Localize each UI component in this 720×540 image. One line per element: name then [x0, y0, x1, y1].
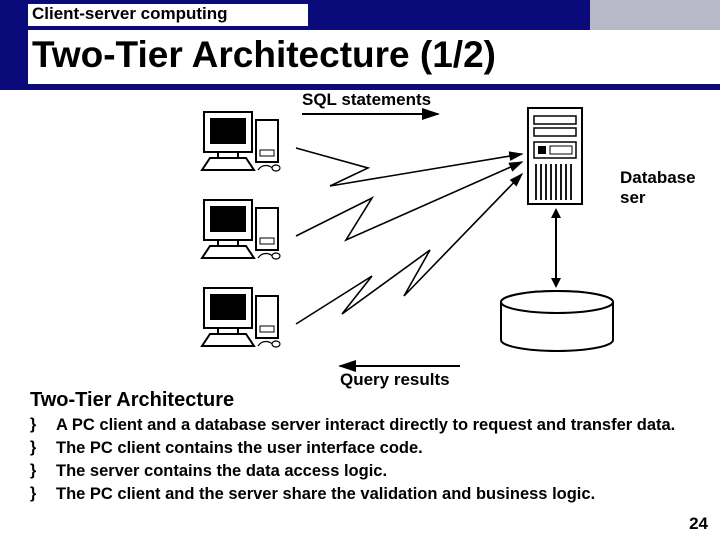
bullet-text: The PC client contains the user interfac…: [56, 437, 423, 459]
list-item: } The server contains the data access lo…: [30, 460, 710, 482]
bullet-mark: }: [30, 483, 56, 505]
client-pc-icon: [200, 198, 290, 273]
list-item: } A PC client and a database server inte…: [30, 414, 710, 436]
server-icon: [526, 106, 584, 206]
bullet-mark: }: [30, 414, 56, 436]
client-pc-icon: [200, 110, 290, 185]
bullet-text: The server contains the data access logi…: [56, 460, 387, 482]
database-icon: [498, 290, 616, 350]
subheading: Two-Tier Architecture: [30, 389, 234, 412]
bullet-mark: }: [30, 460, 56, 482]
header-accent: [590, 0, 720, 32]
bullet-list: } A PC client and a database server inte…: [30, 414, 710, 506]
breadcrumb: Client-server computing: [32, 4, 228, 24]
list-item: } The PC client and the server share the…: [30, 483, 710, 505]
client-pc-icon: [200, 286, 290, 361]
slide: Client-server computing Two-Tier Archite…: [0, 0, 720, 540]
page-title: Two-Tier Architecture (1/2): [32, 34, 496, 76]
diagram: SQL statements Database ser Database Que…: [0, 90, 720, 380]
bullet-mark: }: [30, 437, 56, 459]
page-number: 24: [689, 514, 708, 534]
list-item: } The PC client contains the user interf…: [30, 437, 710, 459]
bullet-text: The PC client and the server share the v…: [56, 483, 595, 505]
bullet-text: A PC client and a database server intera…: [56, 414, 675, 436]
